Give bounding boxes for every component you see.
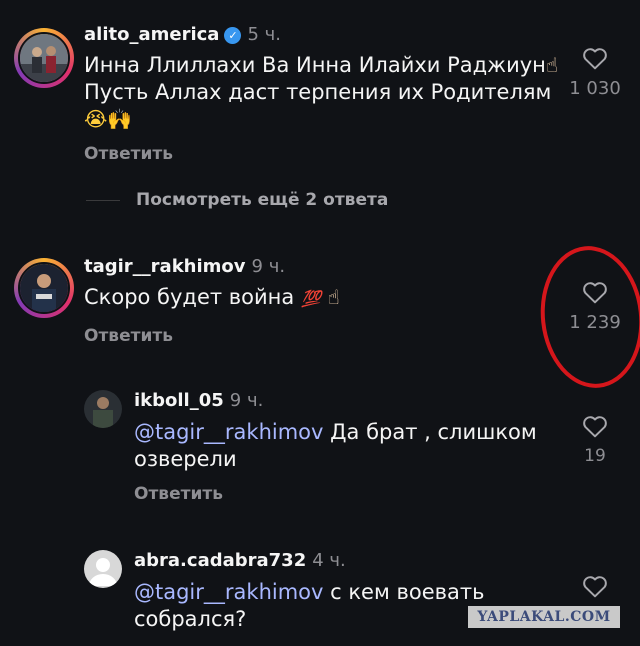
comment-text: @tagir__rakhimov с кем воевать собрался? bbox=[134, 579, 484, 633]
comment-text: Скоро будет война 💯 ☝ bbox=[84, 284, 340, 312]
username[interactable]: tagir__rakhimov bbox=[84, 256, 246, 277]
comment-line: Пусть Аллах даст терпения их Родителям bbox=[84, 80, 552, 104]
avatar[interactable] bbox=[14, 28, 74, 88]
comment-line: озверели bbox=[134, 447, 237, 471]
comment-header: alito_america ✓ 5 ч. bbox=[84, 24, 281, 45]
red-annotation-circle bbox=[533, 241, 640, 393]
avatar[interactable] bbox=[84, 390, 122, 428]
timestamp: 9 ч. bbox=[229, 390, 264, 411]
heart-outline-icon bbox=[583, 48, 607, 70]
like-count: 1 030 bbox=[569, 78, 621, 99]
like-button[interactable]: 19 bbox=[567, 414, 623, 466]
avatar[interactable] bbox=[14, 258, 74, 318]
timestamp: 5 ч. bbox=[247, 24, 281, 45]
view-more-label: Посмотреть ещё 2 ответа bbox=[136, 190, 389, 210]
timestamp: 4 ч. bbox=[312, 550, 346, 571]
comment-line: с кем воевать bbox=[330, 580, 485, 604]
mention-link[interactable]: @tagir__rakhimov bbox=[134, 580, 323, 604]
raised-hands-emoji: 🙌 bbox=[107, 107, 133, 131]
avatar-photo bbox=[18, 32, 70, 84]
avatar-photo bbox=[84, 390, 122, 428]
heart-outline-icon bbox=[583, 576, 607, 598]
timestamp: 9 ч. bbox=[251, 256, 286, 277]
verified-badge-icon: ✓ bbox=[224, 26, 242, 44]
avatar-photo bbox=[18, 262, 70, 314]
comment-text: Инна Ллиллахи Ва Инна Илайхи Раджиун☝ Пу… bbox=[84, 52, 558, 133]
reply-button[interactable]: Ответить bbox=[84, 326, 173, 346]
reply-button[interactable]: Ответить bbox=[84, 144, 173, 164]
loudly-crying-emoji: 😭 bbox=[84, 107, 108, 131]
comment-header: ikboll_05 9 ч. bbox=[134, 390, 263, 411]
like-count: 19 bbox=[584, 446, 606, 466]
pointing-up-emoji: ☝ bbox=[327, 285, 340, 309]
mention-link[interactable]: @tagir__rakhimov bbox=[134, 420, 323, 444]
avatar[interactable] bbox=[84, 550, 122, 588]
watermark: YAPLAKAL.COM bbox=[468, 606, 620, 628]
comment-header: tagir__rakhimov 9 ч. bbox=[84, 256, 285, 277]
view-more-replies-button[interactable]: Посмотреть ещё 2 ответа bbox=[86, 190, 388, 210]
thread-line bbox=[86, 199, 120, 201]
like-button[interactable]: 1 030 bbox=[567, 46, 623, 99]
pointing-up-emoji: ☝ bbox=[545, 53, 559, 77]
hundred-points-emoji: 💯 bbox=[300, 289, 321, 308]
comment-line: Скоро будет война bbox=[84, 285, 295, 309]
comment-line: Инна Ллиллахи Ва Инна Илайхи Раджиун bbox=[84, 53, 546, 77]
username[interactable]: alito_america bbox=[84, 24, 219, 45]
heart-outline-icon bbox=[583, 416, 607, 438]
comment-header: abra.cadabra732 4 ч. bbox=[134, 550, 346, 571]
username[interactable]: ikboll_05 bbox=[134, 390, 224, 411]
comment-line: Да брат , слишком bbox=[330, 420, 537, 444]
comment-text: @tagir__rakhimov Да брат , слишком озвер… bbox=[134, 419, 537, 473]
default-avatar-icon bbox=[89, 558, 117, 586]
comment-line: собрался? bbox=[134, 607, 247, 631]
reply-button[interactable]: Ответить bbox=[134, 484, 223, 504]
username[interactable]: abra.cadabra732 bbox=[134, 550, 306, 571]
